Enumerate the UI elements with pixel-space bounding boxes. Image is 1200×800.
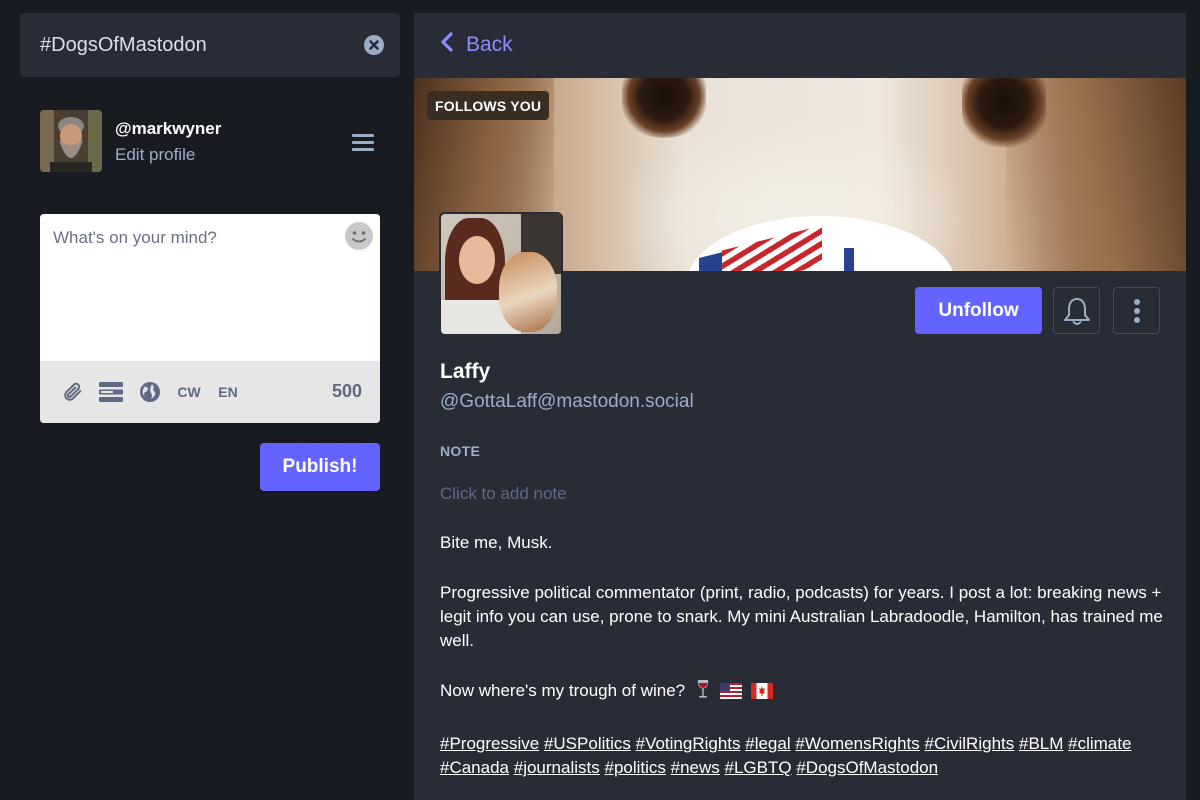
account-handle: @GottaLaff@mastodon.social [440,391,694,412]
us-flag-icon [719,682,742,706]
avatar[interactable] [439,212,563,336]
search-input[interactable] [20,13,360,77]
hashtag-link[interactable]: #news [671,758,720,777]
hashtag-link[interactable]: #Progressive [440,734,539,753]
note-label: NOTE [440,443,481,459]
hashtag-link[interactable]: #WomensRights [795,734,919,753]
hashtag-list: #Progressive #USPolitics #VotingRights #… [440,732,1170,780]
hashtag-link[interactable]: #LGBTQ [725,758,792,777]
bell-icon[interactable] [1053,287,1100,334]
hashtag-link[interactable]: #DogsOfMastodon [796,758,938,777]
display-name: Laffy [440,360,491,383]
compose-textarea[interactable] [40,214,380,361]
back-button[interactable]: Back [440,32,513,58]
bio-paragraph: Progressive political commentator (print… [440,583,1163,650]
hashtag-link[interactable]: #Canada [440,758,509,777]
poll-icon[interactable] [97,361,125,423]
profile-column: Back FOLLOWS YOU Unfollow Laffy @GottaLa… [414,13,1186,800]
hashtag-link[interactable]: #politics [604,758,665,777]
globe-icon[interactable] [138,361,162,423]
bio-paragraph: Now where's my trough of wine? [440,679,1170,706]
canada-flag-icon [751,682,774,706]
hashtag-link[interactable]: #VotingRights [636,734,741,753]
bio-text: Now where's my trough of wine? [440,681,686,700]
hashtag-link[interactable]: #journalists [514,758,600,777]
vertical-ellipsis-icon[interactable] [1113,287,1160,334]
current-account: @markwyner Edit profile [40,110,380,174]
wine-glass-icon [696,679,710,706]
hashtag-link[interactable]: #USPolitics [544,734,631,753]
publish-button[interactable]: Publish! [260,443,380,491]
character-counter: 500 [331,381,362,401]
hashtag-link[interactable]: #legal [745,734,790,753]
avatar[interactable] [40,110,102,172]
compose-toolbar: CW EN 500 [40,361,380,423]
back-label: Back [466,33,513,56]
edit-profile-link[interactable]: Edit profile [115,145,195,165]
content-warning-button[interactable]: CW [174,361,204,423]
hashtag-link[interactable]: #climate [1068,734,1131,753]
hashtag-link[interactable]: #BLM [1019,734,1063,753]
note-input[interactable] [440,479,1140,509]
chevron-left-icon [440,32,454,58]
bio-paragraph: Bite me, Musk. [440,533,553,552]
paperclip-icon[interactable] [60,361,86,423]
hamburger-menu-icon[interactable] [352,132,374,157]
hashtag-link[interactable]: #CivilRights [925,734,1015,753]
column-header: Back [414,13,1186,78]
language-button[interactable]: EN [214,361,242,423]
profile-bio: Bite me, Musk. Progressive political com… [440,531,1170,800]
unfollow-button[interactable]: Unfollow [915,287,1042,334]
search-box [20,13,400,77]
emoji-smile-icon[interactable] [344,221,374,251]
compose-form: CW EN 500 [40,214,380,423]
follows-you-badge: FOLLOWS YOU [427,91,550,120]
close-circle-icon[interactable] [364,35,384,55]
compose-sidebar: @markwyner Edit profile [0,0,414,800]
account-handle[interactable]: @markwyner [115,119,221,139]
